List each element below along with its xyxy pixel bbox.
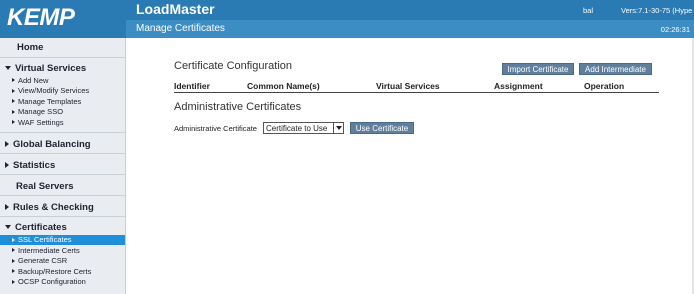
bullet-arrow-icon xyxy=(12,99,15,104)
expand-right-icon xyxy=(5,204,9,210)
sidebar-item-label: WAF Settings xyxy=(18,117,64,127)
page-title-bar: Manage Certificates 02:26:31 xyxy=(126,20,694,38)
sidebar-section-rules-checking[interactable]: Rules & Checking xyxy=(0,196,125,216)
sidebar-section-real-servers[interactable]: Real Servers xyxy=(0,175,125,195)
sidebar-item-ssl-certificates[interactable]: SSL Certificates xyxy=(0,234,125,245)
column-header-operation: Operation xyxy=(584,81,625,91)
bullet-arrow-icon xyxy=(12,248,15,253)
sidebar-section-statistics[interactable]: Statistics xyxy=(0,154,125,174)
sidebar-item-waf-settings[interactable]: WAF Settings xyxy=(0,117,125,128)
app-title: LoadMaster xyxy=(136,1,215,17)
sidebar-section-label: Global Balancing xyxy=(13,138,91,150)
sidebar-section-label: Rules & Checking xyxy=(13,201,94,213)
sidebar-item-view-modify-services[interactable]: View/Modify Services xyxy=(0,86,125,97)
sidebar-item-label: Manage Templates xyxy=(18,96,82,106)
sidebar-section-label: Virtual Services xyxy=(15,62,87,74)
add-intermediate-button[interactable]: Add Intermediate xyxy=(579,63,652,75)
sidebar-item-manage-sso[interactable]: Manage SSO xyxy=(0,107,125,118)
sidebar-item-intermediate-certs[interactable]: Intermediate Certs xyxy=(0,245,125,256)
sidebar-item-ocsp-configuration[interactable]: OCSP Configuration xyxy=(0,277,125,288)
column-header-identifier: Identifier xyxy=(174,81,210,91)
expand-down-icon xyxy=(5,225,11,229)
kemp-logo: KEMP xyxy=(7,4,75,31)
sidebar-item-label: Manage SSO xyxy=(18,107,64,117)
logo-area: KEMP xyxy=(0,0,126,38)
page-title: Manage Certificates xyxy=(136,23,225,34)
bullet-arrow-icon xyxy=(12,269,15,274)
sidebar-section-label: Certificates xyxy=(15,221,67,233)
top-header-bar: LoadMaster bal Vers:7.1-30-75 (Hype xyxy=(126,0,694,20)
sidebar-item-label: SSL Certificates xyxy=(18,235,72,245)
administrative-certificates-heading: Administrative Certificates xyxy=(174,101,302,113)
column-header-common-names: Common Name(s) xyxy=(247,81,320,91)
main-content: Certificate Configuration Import Certifi… xyxy=(126,38,694,294)
sidebar-item-manage-templates[interactable]: Manage Templates xyxy=(0,96,125,107)
sidebar-item-generate-csr[interactable]: Generate CSR xyxy=(0,256,125,267)
sidebar-item-backup-restore-certs[interactable]: Backup/Restore Certs xyxy=(0,266,125,277)
bullet-arrow-icon xyxy=(12,279,15,284)
sidebar-section-certificates[interactable]: Certificates xyxy=(0,217,125,235)
sidebar-item-label: View/Modify Services xyxy=(18,86,90,96)
clock: 02:26:31 xyxy=(660,25,690,34)
bullet-arrow-icon xyxy=(12,78,15,83)
column-header-assignment: Assignment xyxy=(494,81,543,91)
certificate-select[interactable]: Certificate to Use xyxy=(263,122,344,134)
sidebar-item-add-new[interactable]: Add New xyxy=(0,75,125,86)
sidebar-home[interactable]: Home xyxy=(0,38,125,57)
certificate-configuration-heading: Certificate Configuration xyxy=(174,60,293,72)
sidebar-section-global-balancing[interactable]: Global Balancing xyxy=(0,133,125,153)
sidebar-item-label: OCSP Configuration xyxy=(18,277,86,287)
administrative-certificate-label: Administrative Certificate xyxy=(174,124,257,133)
bullet-arrow-icon xyxy=(12,120,15,125)
expand-down-icon xyxy=(5,66,11,70)
certificate-table-header: Identifier Common Name(s) Virtual Servic… xyxy=(174,79,659,93)
user-label: bal xyxy=(583,6,594,15)
sidebar-item-label: Backup/Restore Certs xyxy=(18,266,92,276)
bullet-arrow-icon xyxy=(12,88,15,93)
bullet-arrow-icon xyxy=(12,237,15,242)
sidebar-section-virtual-services[interactable]: Virtual Services xyxy=(0,58,125,75)
sidebar-item-label: Generate CSR xyxy=(18,256,68,266)
sidebar-nav: Home Virtual Services Add New View/Modif… xyxy=(0,38,126,294)
sidebar-section-label: Statistics xyxy=(13,159,56,171)
chevron-down-icon[interactable] xyxy=(333,123,343,133)
expand-right-icon xyxy=(5,162,9,168)
certificate-select-value: Certificate to Use xyxy=(266,123,328,133)
bullet-arrow-icon xyxy=(12,109,15,114)
use-certificate-button[interactable]: Use Certificate xyxy=(350,122,414,134)
bullet-arrow-icon xyxy=(12,258,15,263)
sidebar-item-label: Add New xyxy=(18,75,49,85)
expand-right-icon xyxy=(5,141,9,147)
sidebar-section-label: Real Servers xyxy=(16,180,74,192)
column-header-virtual-services: Virtual Services xyxy=(376,81,440,91)
import-certificate-button[interactable]: Import Certificate xyxy=(502,63,574,75)
sidebar-item-label: Intermediate Certs xyxy=(18,245,80,255)
version-label: Vers:7.1-30-75 (Hype xyxy=(621,6,693,15)
